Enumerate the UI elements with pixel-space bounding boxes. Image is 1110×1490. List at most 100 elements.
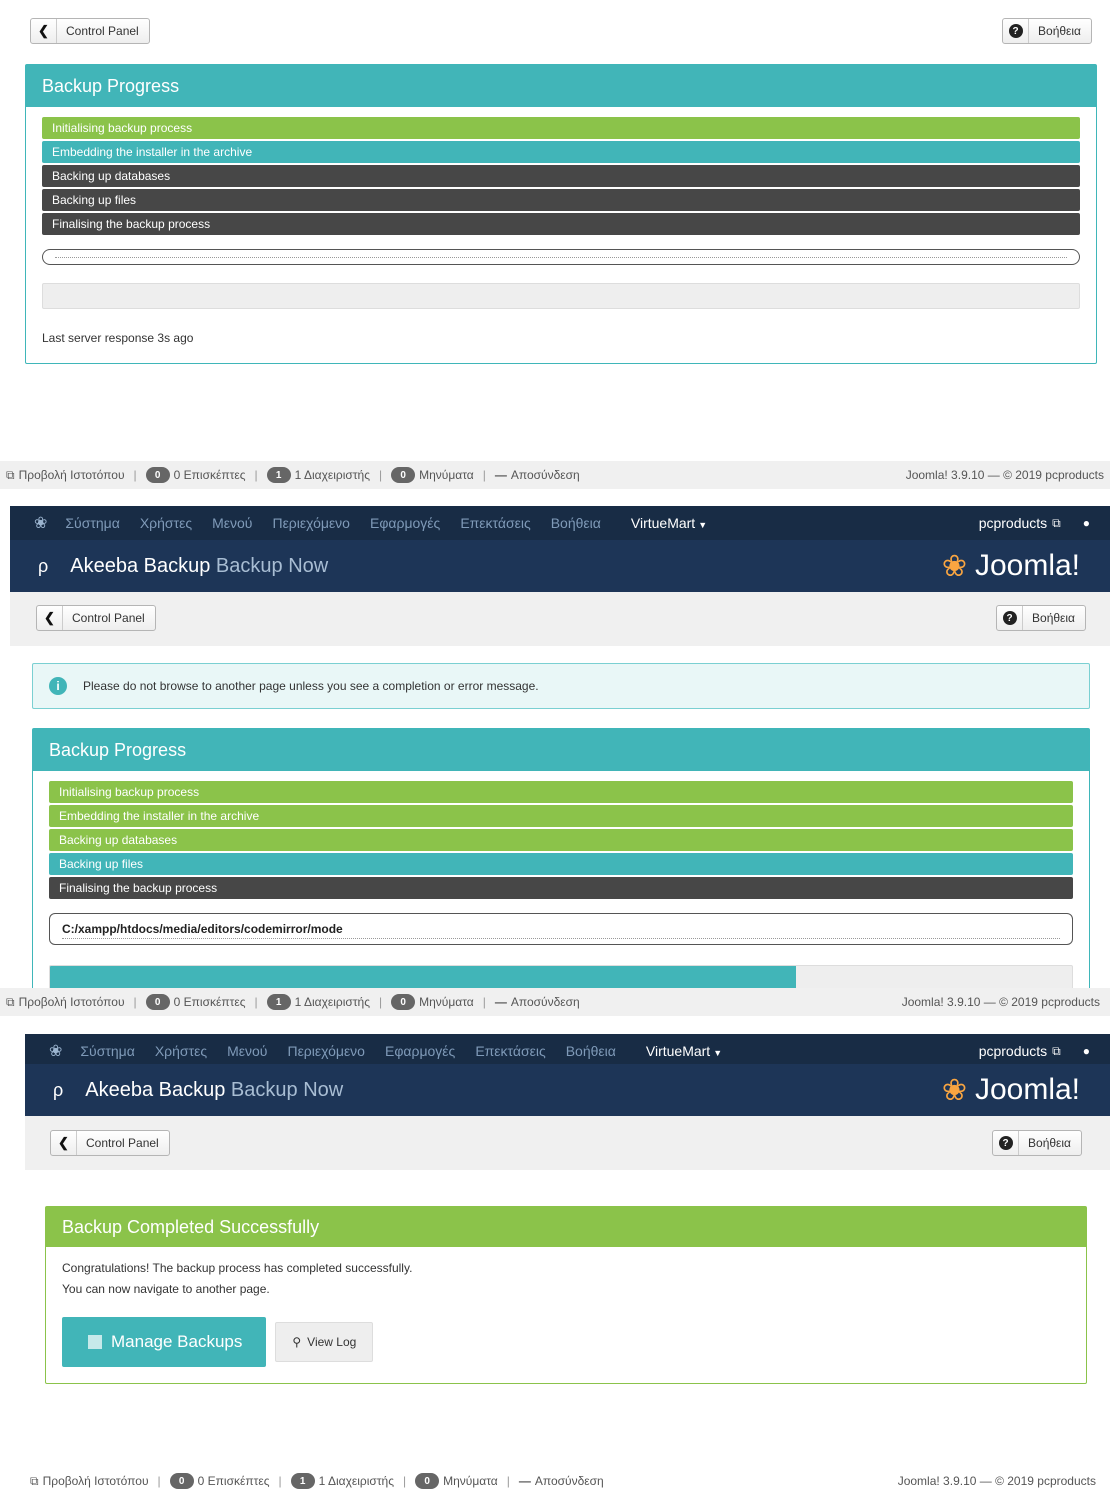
logout-link[interactable]: — Αποσύνδεση (495, 468, 580, 482)
messages-label: Μηνύματα (419, 995, 474, 1009)
caret-down-icon: ▼ (698, 520, 708, 530)
visitors-badge: 0 (169, 1473, 194, 1489)
user-icon[interactable]: ● (1083, 516, 1090, 530)
help-button[interactable]: ? Βοήθεια (992, 1130, 1082, 1156)
external-link-icon: ⧉ (6, 994, 15, 1009)
minus-icon: — (494, 995, 507, 1009)
toolbar: ❮ Control Panel ? Βοήθεια (36, 605, 1086, 631)
version-info: Joomla! 3.9.10 — © 2019 pcproducts (901, 995, 1100, 1009)
view-site-link[interactable]: ⧉ Προβολή Ιστοτόπου (30, 1474, 149, 1489)
site-link[interactable]: pcproducts ⧉ ● (979, 1043, 1090, 1059)
step-item: Initialising backup process (49, 781, 1073, 803)
messages-link[interactable]: 0 Μηνύματα (415, 1473, 498, 1489)
menu-menus[interactable]: Μενού (212, 515, 252, 531)
menu-virtuemart[interactable]: VirtueMart ▼ (646, 1043, 722, 1059)
visitors-link[interactable]: 00 Επισκέπτες (145, 994, 246, 1010)
page-title: Akeeba Backup Backup Now (85, 1079, 343, 1102)
version-info: Joomla! 3.9.10 — © 2019 pcproducts (905, 468, 1104, 482)
external-link-icon: ⧉ (6, 467, 15, 482)
admins-link[interactable]: 11 Διαχειριστής (290, 1473, 394, 1489)
page-subtitle: Backup Now (215, 554, 329, 577)
visitors-link[interactable]: 00 Επισκέπτες (169, 1473, 270, 1489)
menu-components[interactable]: Εφαρμογές (370, 515, 440, 531)
messages-link[interactable]: 0 Μηνύματα (391, 467, 474, 483)
site-label: pcproducts (978, 1043, 1048, 1059)
akeeba-icon: ρ (53, 1079, 64, 1100)
menu-system[interactable]: Σύστημα (65, 515, 119, 531)
steps-list: Initialising backup process Embedding th… (26, 107, 1096, 235)
app-title: Akeeba Backup (85, 1078, 226, 1101)
help-button[interactable]: ? Βοήθεια (996, 605, 1086, 631)
success-message-2: You can now navigate to another page. (62, 1282, 270, 1296)
menu-menus[interactable]: Μενού (227, 1043, 267, 1059)
view-log-button[interactable]: ⚲ View Log (275, 1322, 374, 1362)
admins-link[interactable]: 11 Διαχειριστής (266, 994, 370, 1010)
visitors-link[interactable]: 00 Επισκέπτες (145, 467, 246, 483)
chevron-left-icon: ❮ (31, 19, 57, 43)
toolbar: ❮ Control Panel ? Βοήθεια (30, 18, 1092, 44)
help-label: Βοήθεια (1038, 24, 1081, 38)
visitors-label: 0 Επισκέπτες (197, 1474, 270, 1488)
backup-progress-box: Backup Progress Initialising backup proc… (25, 64, 1097, 364)
current-path-text: C:/xampp/htdocs/media/editors/codemirror… (62, 922, 343, 936)
status-bar: ⧉ Προβολή Ιστοτόπου | 00 Επισκέπτες | 11 … (0, 461, 1110, 489)
joomla-logo-icon: ❀ (941, 1073, 967, 1107)
panel-backup-progress-2: ❀ Σύστημα Χρήστες Μενού Περιεχόμενο Εφαρ… (0, 506, 1110, 1016)
manage-backups-button[interactable]: Manage Backups (62, 1317, 267, 1367)
site-link[interactable]: pcproducts ⧉ ● (979, 515, 1090, 531)
step-item: Finalising the backup process (49, 877, 1073, 899)
chevron-left-icon: ❮ (37, 606, 63, 630)
control-panel-button[interactable]: ❮ Control Panel (30, 18, 150, 44)
panel-backup-progress-1: ❮ Control Panel ? Βοήθεια Backup Progres… (0, 0, 1110, 489)
admins-badge: 1 (266, 994, 291, 1010)
steps-list: Initialising backup process Embedding th… (33, 771, 1089, 899)
joomla-logo-icon: ❀ (49, 1043, 63, 1060)
view-site-link[interactable]: ⧉ Προβολή Ιστοτόπου (6, 468, 125, 483)
menu-users[interactable]: Χρήστες (155, 1043, 207, 1059)
question-circle-icon: ? (993, 1131, 1020, 1155)
success-actions: Manage Backups ⚲ View Log (62, 1317, 374, 1367)
menu-system[interactable]: Σύστημα (80, 1043, 134, 1059)
chevron-left-icon: ❮ (51, 1131, 77, 1155)
page-title: Akeeba Backup Backup Now (70, 555, 328, 578)
info-alert: i Please do not browse to another page u… (32, 663, 1090, 709)
joomla-brand: ❀ Joomla! (942, 549, 1080, 584)
help-label: Βοήθεια (1028, 1136, 1071, 1150)
menu-content[interactable]: Περιεχόμενο (272, 515, 350, 531)
success-box: Backup Completed Successfully Congratula… (45, 1206, 1087, 1384)
menu-help[interactable]: Βοήθεια (566, 1043, 616, 1059)
user-icon[interactable]: ● (1083, 1044, 1090, 1058)
messages-link[interactable]: 0 Μηνύματα (391, 994, 474, 1010)
view-site-link[interactable]: ⧉ Προβολή Ιστοτόπου (6, 995, 125, 1010)
messages-label: Μηνύματα (419, 468, 474, 482)
control-panel-button[interactable]: ❮ Control Panel (50, 1130, 170, 1156)
step-item: Backing up files (49, 853, 1073, 875)
step-item: Finalising the backup process (42, 213, 1080, 235)
virtuemart-label: VirtueMart (645, 1043, 711, 1059)
control-panel-label: Control Panel (66, 24, 139, 38)
control-panel-button[interactable]: ❮ Control Panel (36, 605, 156, 631)
backup-progress-box: Backup Progress Initialising backup proc… (32, 728, 1090, 999)
admins-link[interactable]: 11 Διαχειριστής (266, 467, 371, 483)
menu-users[interactable]: Χρήστες (140, 515, 192, 531)
help-button[interactable]: ? Βοήθεια (1002, 18, 1092, 44)
site-label: pcproducts (978, 515, 1048, 531)
logout-link[interactable]: — Αποσύνδεση (519, 1474, 604, 1488)
success-title: Backup Completed Successfully (46, 1207, 1086, 1247)
menu-extensions[interactable]: Επεκτάσεις (475, 1043, 545, 1059)
admins-badge: 1 (290, 1473, 315, 1489)
minus-icon: — (494, 468, 507, 482)
menu-extensions[interactable]: Επεκτάσεις (460, 515, 530, 531)
status-bar: ⧉ Προβολή Ιστοτόπου | 00 Επισκέπτες | 11 … (0, 1472, 1110, 1490)
view-site-label: Προβολή Ιστοτόπου (42, 1474, 149, 1488)
menu-content[interactable]: Περιεχόμενο (287, 1043, 365, 1059)
logout-label: Αποσύνδεση (534, 1474, 604, 1488)
menu-virtuemart[interactable]: VirtueMart ▼ (631, 515, 707, 531)
logout-label: Αποσύνδεση (510, 995, 580, 1009)
menu-components[interactable]: Εφαρμογές (385, 1043, 455, 1059)
logout-link[interactable]: — Αποσύνδεση (495, 995, 580, 1009)
external-link-icon: ⧉ (1052, 1043, 1061, 1058)
menu-help[interactable]: Βοήθεια (551, 515, 601, 531)
admins-label: 1 Διαχειριστής (294, 468, 371, 482)
info-icon: i (49, 677, 67, 695)
